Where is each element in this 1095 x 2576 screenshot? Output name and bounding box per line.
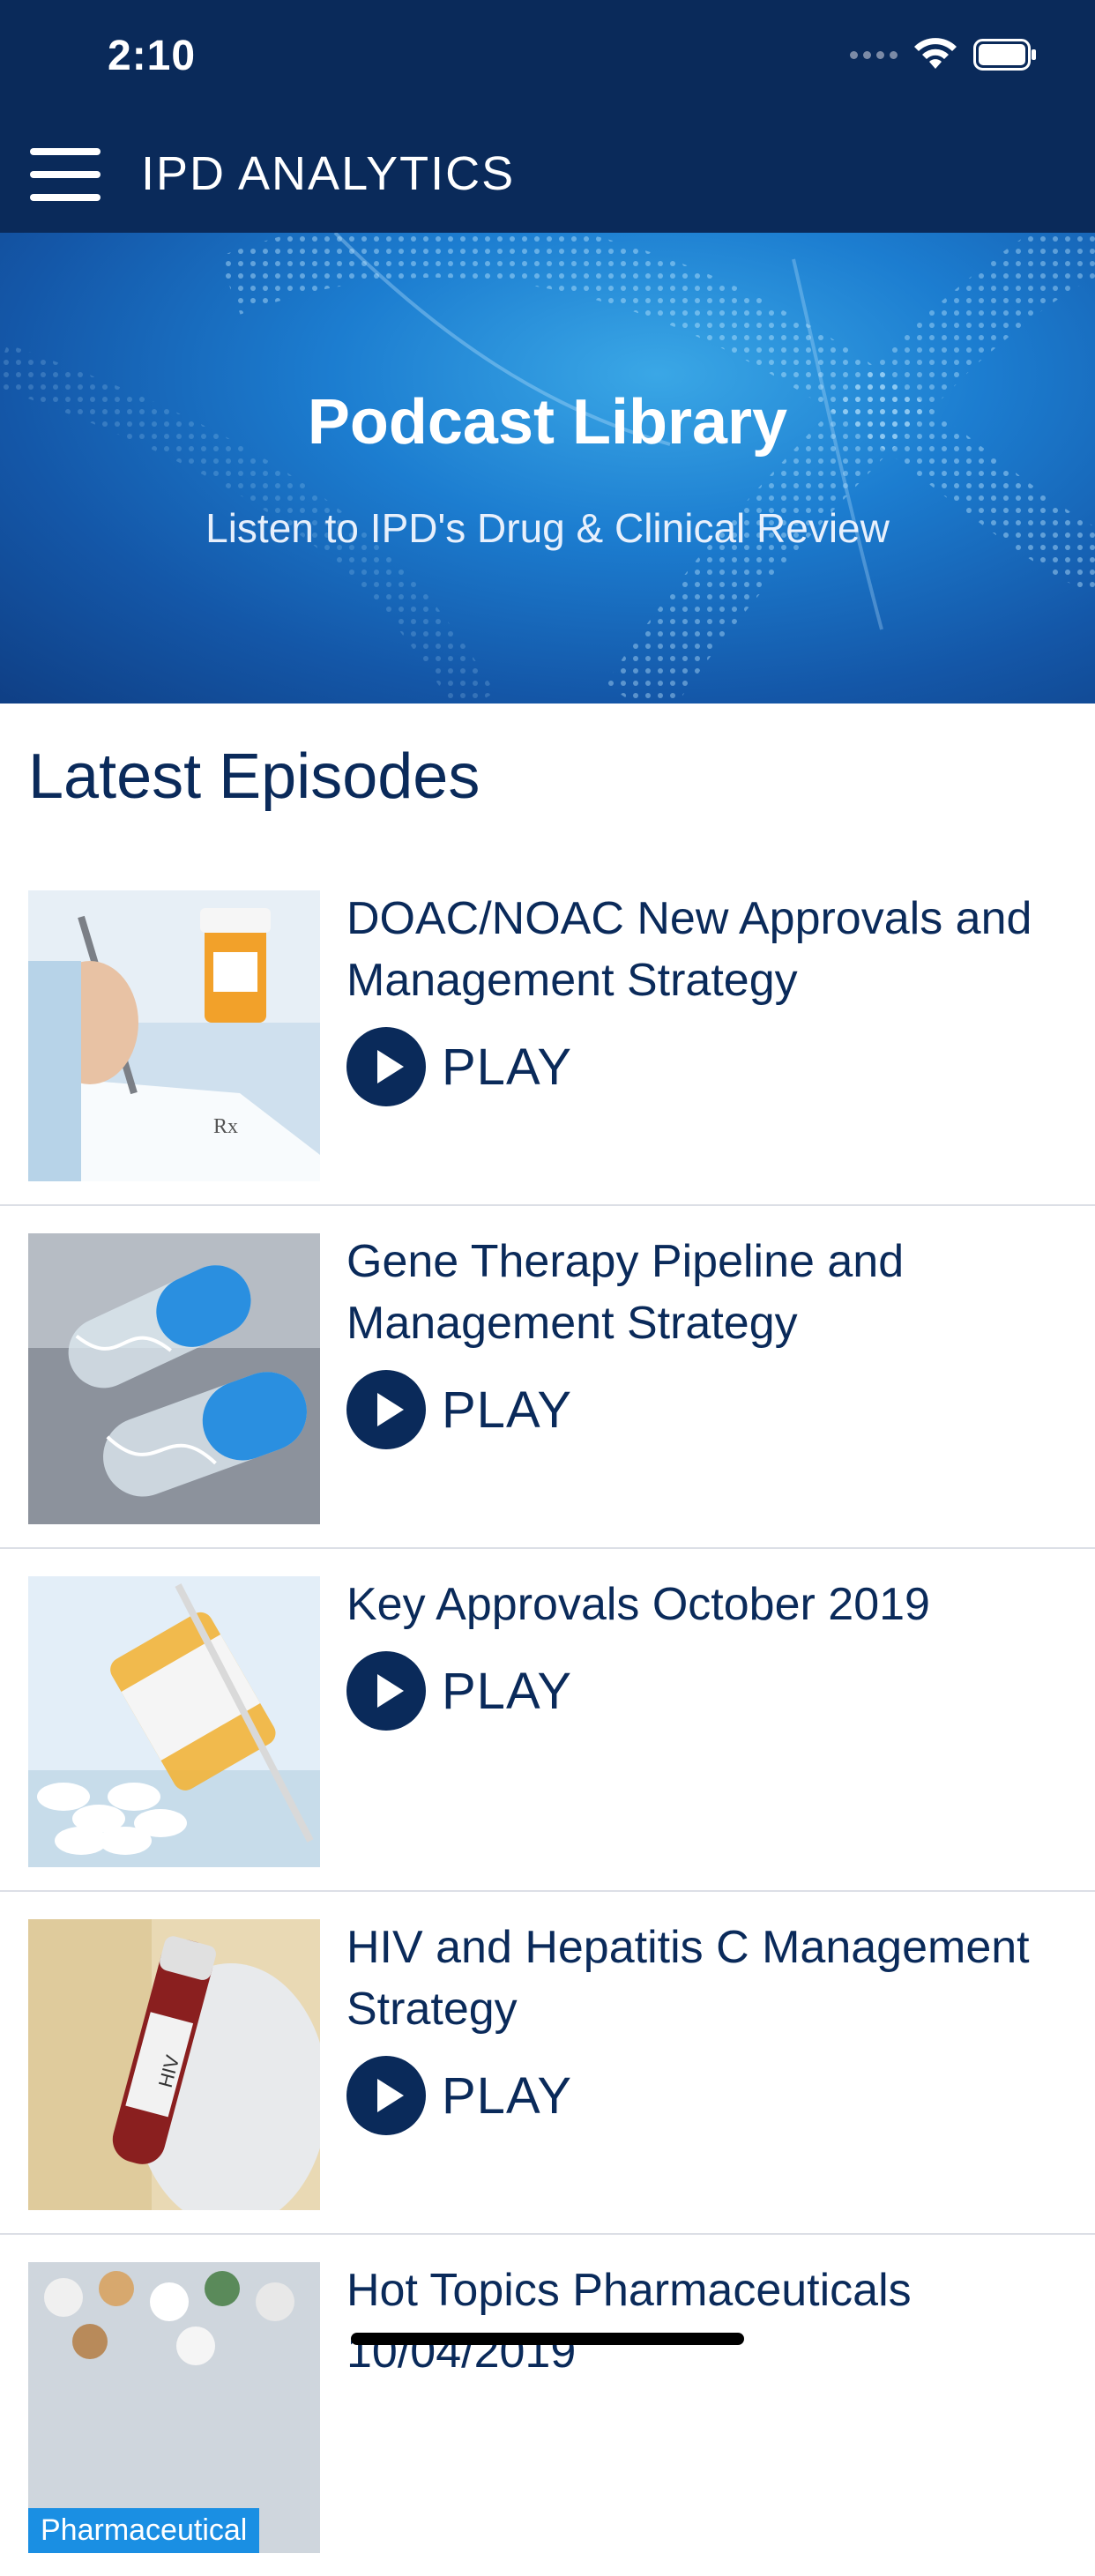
episode-thumbnail[interactable]: HIV xyxy=(28,1919,320,2210)
home-indicator[interactable] xyxy=(351,2333,744,2345)
category-tag: Pharmaceutical xyxy=(28,2508,260,2553)
battery-icon xyxy=(973,39,1036,71)
status-time: 2:10 xyxy=(108,33,197,79)
episode-item[interactable]: Gene Therapy Pipeline and Management Str… xyxy=(0,1204,1095,1549)
play-label[interactable]: PLAY xyxy=(442,2066,572,2126)
top-app-bar: 2:10 IPD ANALYTICS xyxy=(0,0,1095,233)
episode-item[interactable]: Pharmaceutical Hot Topics Pharmaceutical… xyxy=(0,2233,1095,2576)
episode-item[interactable]: Key Approvals October 2019 PLAY xyxy=(0,1547,1095,1892)
play-label[interactable]: PLAY xyxy=(442,1662,572,1721)
play-icon[interactable] xyxy=(346,1027,426,1106)
play-label[interactable]: PLAY xyxy=(442,1038,572,1097)
play-button[interactable]: PLAY xyxy=(346,1370,572,1449)
status-icons xyxy=(850,37,1037,72)
svg-text:Rx: Rx xyxy=(213,1115,238,1138)
play-label[interactable]: PLAY xyxy=(442,1381,572,1440)
hero-banner: Podcast Library Listen to IPD's Drug & C… xyxy=(0,233,1095,704)
cellular-signal-icon xyxy=(850,50,898,59)
hero-subtitle: Listen to IPD's Drug & Clinical Review xyxy=(205,505,890,551)
episode-thumbnail[interactable] xyxy=(28,1576,320,1867)
play-button[interactable]: PLAY xyxy=(346,2056,572,2135)
episode-thumbnail[interactable] xyxy=(28,1233,320,1524)
episode-item[interactable]: Rx DOAC/NOAC New Approvals and Managemen… xyxy=(0,861,1095,1206)
wifi-icon xyxy=(914,38,957,69)
episode-title[interactable]: Hot Topics Pharmaceuticals 10/04/2019 xyxy=(346,2260,1052,2383)
play-icon[interactable] xyxy=(346,1651,426,1731)
episode-title[interactable]: HIV and Hepatitis C Management Strategy xyxy=(346,1917,1052,2040)
menu-icon[interactable] xyxy=(30,148,101,201)
play-button[interactable]: PLAY xyxy=(346,1651,572,1731)
episode-item[interactable]: HIV HIV and Hepatitis C Management Strat… xyxy=(0,1890,1095,2235)
play-button[interactable]: PLAY xyxy=(346,1027,572,1106)
episode-thumbnail[interactable]: Rx xyxy=(28,890,320,1181)
episode-title[interactable]: Gene Therapy Pipeline and Management Str… xyxy=(346,1231,1052,1354)
play-icon[interactable] xyxy=(346,1370,426,1449)
section-title: Latest Episodes xyxy=(28,741,480,812)
episode-title[interactable]: DOAC/NOAC New Approvals and Management S… xyxy=(346,888,1052,1011)
episode-thumbnail[interactable]: Pharmaceutical xyxy=(28,2262,320,2553)
dna-helix-background xyxy=(0,233,1095,704)
hero-title: Podcast Library xyxy=(307,387,788,458)
play-icon[interactable] xyxy=(346,2056,426,2135)
app-title: IPD ANALYTICS xyxy=(141,147,516,200)
episode-title[interactable]: Key Approvals October 2019 xyxy=(346,1574,1052,1635)
